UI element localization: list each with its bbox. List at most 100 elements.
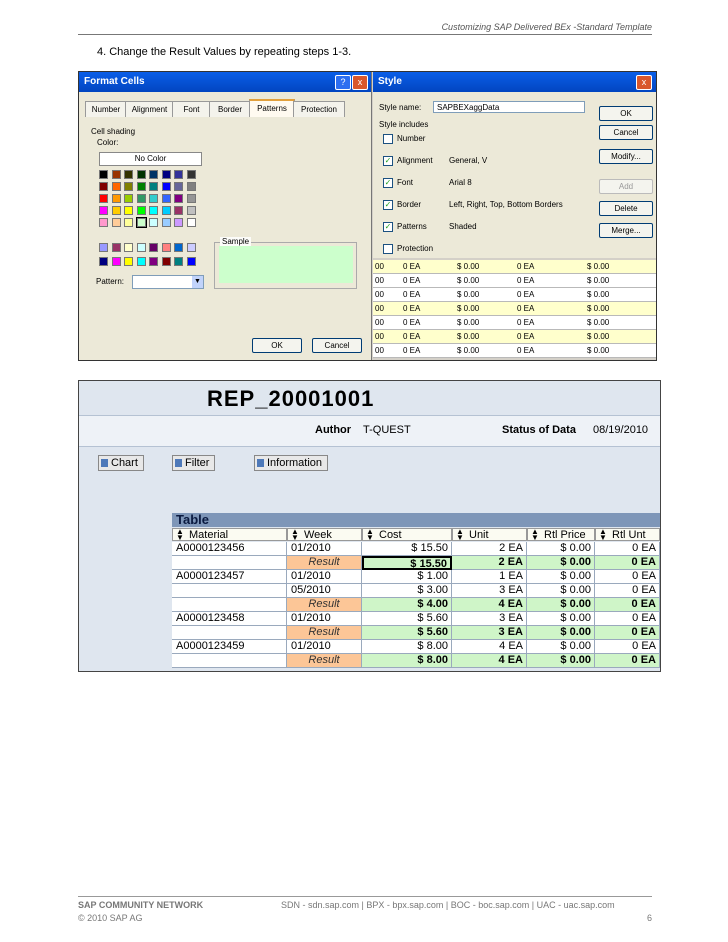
color-swatch[interactable] — [111, 182, 121, 191]
style-include-checkbox[interactable] — [383, 134, 393, 144]
style-close-icon[interactable]: x — [636, 75, 652, 90]
color-swatch[interactable] — [186, 194, 196, 203]
color-swatch[interactable] — [161, 194, 171, 203]
color-swatch[interactable] — [136, 206, 146, 215]
modify-button[interactable]: Modify... — [599, 149, 653, 164]
color-swatch[interactable] — [136, 257, 146, 266]
color-swatch[interactable] — [111, 194, 121, 203]
color-swatch[interactable] — [111, 206, 121, 215]
style-include-checkbox[interactable]: ✓ — [383, 222, 393, 232]
color-swatch[interactable] — [149, 194, 158, 203]
tab-number[interactable]: Number — [85, 101, 127, 117]
color-swatch[interactable] — [149, 243, 158, 252]
sort-icon[interactable]: ▲ ▼ — [531, 528, 539, 542]
color-swatch[interactable] — [124, 170, 133, 179]
color-swatch[interactable] — [124, 206, 133, 215]
color-swatch[interactable] — [186, 218, 196, 227]
color-swatch[interactable] — [161, 243, 171, 252]
close-icon[interactable]: x — [352, 75, 368, 90]
chevron-down-icon[interactable]: ▼ — [192, 276, 203, 288]
style-include-checkbox[interactable]: ✓ — [383, 156, 393, 166]
column-header[interactable]: ▲ ▼ Cost — [362, 528, 452, 542]
style-title: Style — [378, 76, 402, 87]
color-swatch[interactable] — [124, 257, 133, 266]
color-swatch[interactable] — [161, 218, 171, 227]
color-swatch[interactable] — [124, 182, 133, 191]
color-swatch[interactable] — [111, 257, 121, 266]
color-swatch[interactable] — [186, 243, 196, 252]
tab-border[interactable]: Border — [209, 101, 251, 117]
color-swatch[interactable] — [99, 194, 108, 203]
sort-icon[interactable]: ▲ ▼ — [291, 528, 299, 542]
style-include-checkbox[interactable] — [383, 244, 393, 254]
color-swatch[interactable] — [99, 257, 108, 266]
tab-font[interactable]: Font — [172, 101, 211, 117]
color-swatch[interactable] — [186, 170, 196, 179]
color-swatch[interactable] — [161, 170, 171, 179]
color-swatch[interactable] — [111, 243, 121, 252]
tab-alignment[interactable]: Alignment — [125, 101, 174, 117]
sort-icon[interactable]: ▲ ▼ — [366, 528, 374, 542]
color-swatch[interactable] — [99, 218, 108, 227]
color-swatch[interactable] — [99, 170, 108, 179]
style-include-checkbox[interactable]: ✓ — [383, 200, 393, 210]
color-swatch[interactable] — [174, 194, 183, 203]
delete-button[interactable]: Delete — [599, 201, 653, 216]
color-swatch[interactable] — [135, 217, 147, 228]
column-header[interactable]: ▲ ▼ Week — [287, 528, 362, 542]
sort-icon[interactable]: ▲ ▼ — [176, 528, 184, 542]
color-swatch[interactable] — [99, 206, 108, 215]
color-swatch[interactable] — [174, 206, 183, 215]
column-header[interactable]: ▲ ▼ Material — [172, 528, 287, 542]
style-name-input[interactable]: SAPBEXaggData — [433, 101, 585, 113]
color-swatch[interactable] — [186, 206, 196, 215]
column-header[interactable]: ▲ ▼ Unit — [452, 528, 527, 542]
merge-button[interactable]: Merge... — [599, 223, 653, 238]
style-cancel-button[interactable]: Cancel — [599, 125, 653, 140]
tab-patterns[interactable]: Patterns — [249, 99, 295, 117]
color-swatch[interactable] — [174, 218, 183, 227]
information-button[interactable]: Information — [254, 455, 329, 471]
ok-button[interactable]: OK — [252, 338, 302, 353]
excel-cell: 0 EA — [517, 332, 535, 341]
color-swatch[interactable] — [149, 257, 158, 266]
color-swatch[interactable] — [149, 182, 158, 191]
color-swatch[interactable] — [136, 182, 146, 191]
color-swatch[interactable] — [149, 206, 158, 215]
style-ok-button[interactable]: OK — [599, 106, 653, 121]
color-swatch[interactable] — [161, 206, 171, 215]
color-swatch[interactable] — [149, 170, 158, 179]
color-swatch[interactable] — [186, 182, 196, 191]
color-swatch[interactable] — [99, 243, 108, 252]
sort-icon[interactable]: ▲ ▼ — [456, 528, 464, 542]
color-swatch[interactable] — [161, 257, 171, 266]
color-swatch[interactable] — [174, 243, 183, 252]
color-swatch[interactable] — [149, 218, 158, 227]
color-swatch[interactable] — [111, 218, 121, 227]
tab-protection[interactable]: Protection — [293, 101, 345, 117]
help-icon[interactable]: ? — [335, 75, 351, 90]
color-swatch[interactable] — [174, 257, 183, 266]
sort-icon[interactable]: ▲ ▼ — [599, 528, 607, 542]
color-swatch[interactable] — [174, 182, 183, 191]
color-swatch[interactable] — [124, 243, 133, 252]
color-swatch[interactable] — [136, 243, 146, 252]
color-swatch[interactable] — [136, 170, 146, 179]
color-swatch[interactable] — [124, 194, 133, 203]
color-swatch[interactable] — [186, 257, 196, 266]
column-header[interactable]: ▲ ▼ Rtl Unt — [595, 528, 660, 542]
filter-button[interactable]: Filter — [172, 455, 216, 471]
style-include-checkbox[interactable]: ✓ — [383, 178, 393, 188]
color-swatch[interactable] — [111, 170, 121, 179]
pattern-dropdown[interactable]: ▼ — [132, 275, 204, 289]
add-button[interactable]: Add — [599, 179, 653, 194]
color-swatch[interactable] — [124, 218, 133, 227]
color-swatch[interactable] — [136, 194, 146, 203]
cancel-button[interactable]: Cancel — [312, 338, 362, 353]
no-color-button[interactable]: No Color — [99, 152, 202, 166]
column-header[interactable]: ▲ ▼ Rtl Price — [527, 528, 595, 542]
color-swatch[interactable] — [99, 182, 108, 191]
chart-button[interactable]: Chart — [98, 455, 144, 471]
color-swatch[interactable] — [161, 182, 171, 191]
color-swatch[interactable] — [174, 170, 183, 179]
